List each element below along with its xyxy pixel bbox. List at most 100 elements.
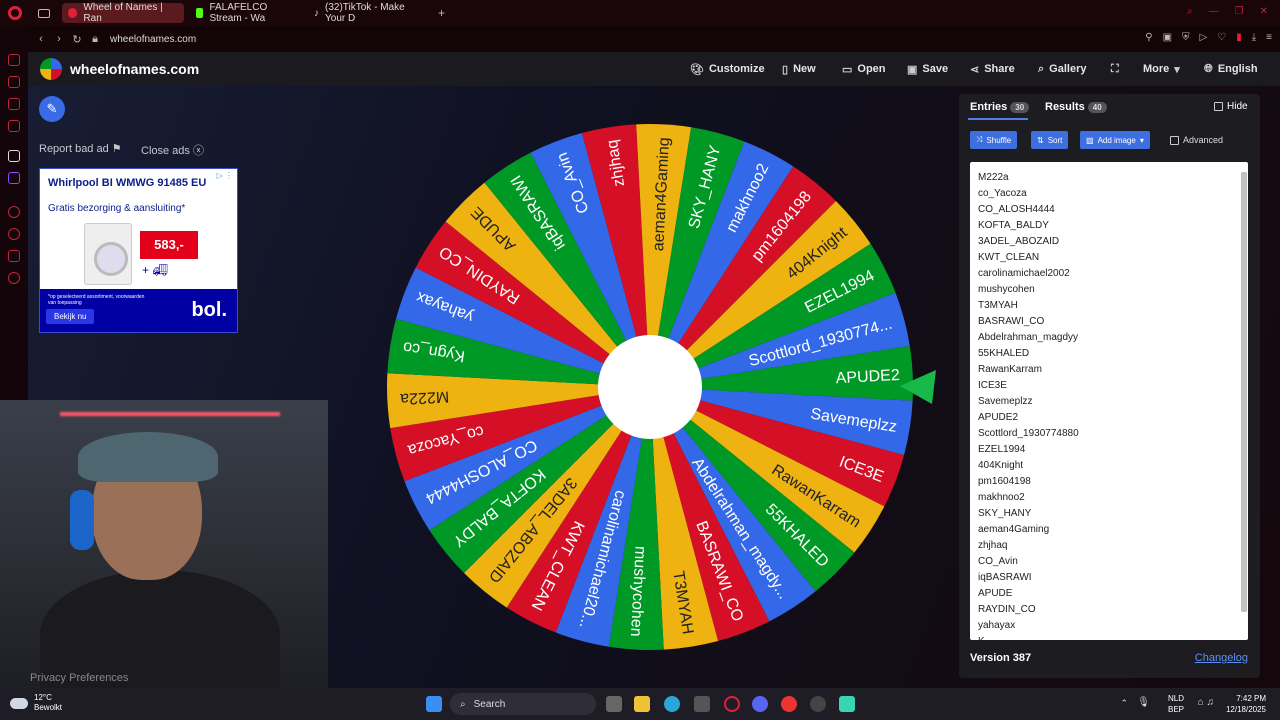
advanced-checkbox-box[interactable] [1170, 136, 1179, 146]
new-button[interactable]: ▯ New [782, 52, 816, 86]
entry-item[interactable]: carolinamichael2002 [978, 266, 1240, 282]
changelog-link[interactable]: Changelog [1195, 652, 1248, 664]
open-button[interactable]: ▭ Open [842, 52, 886, 86]
back-icon[interactable]: ‹ [32, 33, 50, 45]
heart-icon[interactable]: ♡ [1217, 32, 1226, 43]
entry-item[interactable]: Abdelrahman_magdyy [978, 330, 1240, 346]
shuffle-button[interactable]: ⤨ Shuffle [970, 131, 1018, 149]
entry-item[interactable]: mushycohen [978, 282, 1240, 298]
forward-icon[interactable]: › [50, 33, 68, 45]
entry-item[interactable]: APUDE2 [978, 410, 1240, 426]
sidebar-messenger-icon[interactable] [8, 98, 20, 110]
entry-item[interactable]: CO_ALOSH4444 [978, 202, 1240, 218]
entry-item[interactable]: RawanKarram [978, 362, 1240, 378]
reload-icon[interactable]: ↻ [68, 33, 86, 46]
download-icon[interactable]: ⤓ [1252, 32, 1256, 43]
taskbar-search[interactable]: ⌕ Search [450, 693, 596, 715]
adchoices-icon[interactable]: ▷ ⋮ [217, 171, 233, 180]
store-icon[interactable] [694, 696, 710, 712]
search-tabs-icon[interactable]: ⌕ [1187, 6, 1193, 17]
entry-item[interactable]: BASRAWI_CO [978, 314, 1240, 330]
file-explorer-icon[interactable] [634, 696, 650, 712]
advanced-checkbox[interactable]: Advanced [1170, 135, 1223, 146]
close-icon[interactable]: ✕ [1260, 6, 1268, 17]
spin-wheel[interactable]: APUDE2SavemeplzzICE3ERawanKarram55KHALED… [385, 122, 915, 652]
wheel-center[interactable] [598, 335, 702, 439]
tab-tiktok[interactable]: ♪ (32)TikTok - Make Your D [308, 2, 428, 24]
play-icon[interactable]: ▷ [1200, 32, 1208, 43]
gallery-button[interactable]: ⌕ Gallery [1038, 52, 1086, 86]
sidebar-extensions-icon[interactable] [8, 250, 20, 262]
task-view-icon[interactable] [606, 696, 622, 712]
entry-item[interactable]: ICE3E [978, 378, 1240, 394]
fullscreen-button[interactable]: ⛶ [1111, 52, 1119, 86]
scrollbar-thumb[interactable] [1241, 172, 1247, 612]
windows-start-icon[interactable] [426, 696, 442, 712]
entry-item[interactable]: zhjhaq [978, 538, 1240, 554]
entry-item[interactable]: yahayax [978, 618, 1240, 634]
microphone-icon[interactable]: 🎙︎ [1137, 697, 1150, 708]
edit-pencil-button[interactable]: ✎ [39, 96, 65, 122]
snapshot-icon[interactable]: ▣ [1163, 32, 1172, 43]
entry-item[interactable]: 404Knight [978, 458, 1240, 474]
entry-item[interactable]: CO_Avin [978, 554, 1240, 570]
entry-item[interactable]: makhnoo2 [978, 490, 1240, 506]
sort-button[interactable]: ⇅ Sort [1031, 131, 1069, 149]
shield-icon[interactable]: ⛨ [1182, 32, 1190, 43]
entry-item[interactable]: KWT_CLEAN [978, 250, 1240, 266]
entry-item[interactable]: iqBASRAWI [978, 570, 1240, 586]
discord-icon[interactable] [752, 696, 768, 712]
language-indicator[interactable]: NLD BEP [1168, 693, 1184, 715]
entry-item[interactable]: Savemeplzz [978, 394, 1240, 410]
taskbar-clock[interactable]: 7:42 PM 12/18/2025 [1226, 693, 1266, 715]
sidebar-settings-icon[interactable] [8, 272, 20, 284]
entries-scrollbar[interactable] [1241, 164, 1247, 634]
maximize-icon[interactable]: ❐ [1235, 6, 1244, 17]
more-button[interactable]: More ▾ [1143, 52, 1180, 86]
tab-overview-icon[interactable] [38, 8, 50, 18]
entry-item[interactable]: co_Yacoza [978, 186, 1240, 202]
entries-textarea[interactable]: M222a co_Yacoza CO_ALOSH4444 KOFTA_BALDY 3AD… [970, 162, 1248, 640]
hide-checkbox[interactable]: Hide [1214, 101, 1248, 112]
tab-falafelco-stream[interactable]: FALAFELCO Stream - Wa [190, 2, 302, 24]
extensions-icon[interactable]: ▮ [1236, 32, 1242, 43]
sidebar-history-icon[interactable] [8, 54, 20, 66]
tab-wheel-of-names[interactable]: Wheel of Names | Ran [62, 2, 184, 24]
sidebar-mail-icon[interactable] [8, 120, 20, 132]
sidebar-shopping-icon[interactable] [8, 76, 20, 88]
tab-entries[interactable]: Entries 30 [970, 101, 1030, 113]
sidebar-ai-icon[interactable] [8, 150, 20, 162]
opera-logo-icon[interactable] [8, 6, 22, 20]
obs-icon[interactable] [810, 696, 826, 712]
tab-results[interactable]: Results 40 [1045, 101, 1107, 113]
opera-gx-icon[interactable] [724, 696, 740, 712]
entry-item[interactable]: pm1604198 [978, 474, 1240, 490]
entry-item[interactable]: KOFTA_BALDY [978, 218, 1240, 234]
entry-item[interactable]: M222a [978, 170, 1240, 186]
language-button[interactable]: 🌐︎ English [1204, 52, 1258, 86]
wheel-logo-icon[interactable] [40, 58, 62, 80]
add-image-button[interactable]: ▨ Add image ▾ [1080, 131, 1150, 149]
menu-icon[interactable]: ≡ [1266, 32, 1272, 43]
close-ads-link[interactable]: Close ads ⓧ [141, 142, 204, 158]
privacy-preferences-link[interactable]: Privacy Preferences [30, 672, 128, 684]
pin-icon[interactable]: ⚲ [1145, 32, 1152, 43]
entry-item[interactable]: EZEL1994 [978, 442, 1240, 458]
minimize-icon[interactable]: — [1209, 6, 1219, 17]
app-icon[interactable] [839, 696, 855, 712]
entry-item[interactable]: 3ADEL_ABOZAID [978, 234, 1240, 250]
entry-item[interactable]: aeman4Gaming [978, 522, 1240, 538]
sidebar-clock-icon[interactable] [8, 228, 20, 240]
new-tab-button[interactable]: + [438, 6, 445, 20]
entry-item[interactable]: SKY_HANY [978, 506, 1240, 522]
url-field[interactable]: wheelofnames.com [110, 34, 196, 45]
advertisement[interactable]: Whirlpool BI WMWG 91485 EU Gratis bezorg… [39, 168, 238, 333]
sidebar-music-icon[interactable] [8, 206, 20, 218]
entry-item[interactable]: T3MYAH [978, 298, 1240, 314]
entry-item[interactable]: APUDE [978, 586, 1240, 602]
edge-icon[interactable] [664, 696, 680, 712]
site-name[interactable]: wheelofnames.com [70, 61, 199, 77]
entry-item[interactable]: RAYDIN_CO [978, 602, 1240, 618]
entry-item[interactable]: K [978, 634, 1240, 640]
entry-item[interactable]: Scottlord_1930774880 [978, 426, 1240, 442]
